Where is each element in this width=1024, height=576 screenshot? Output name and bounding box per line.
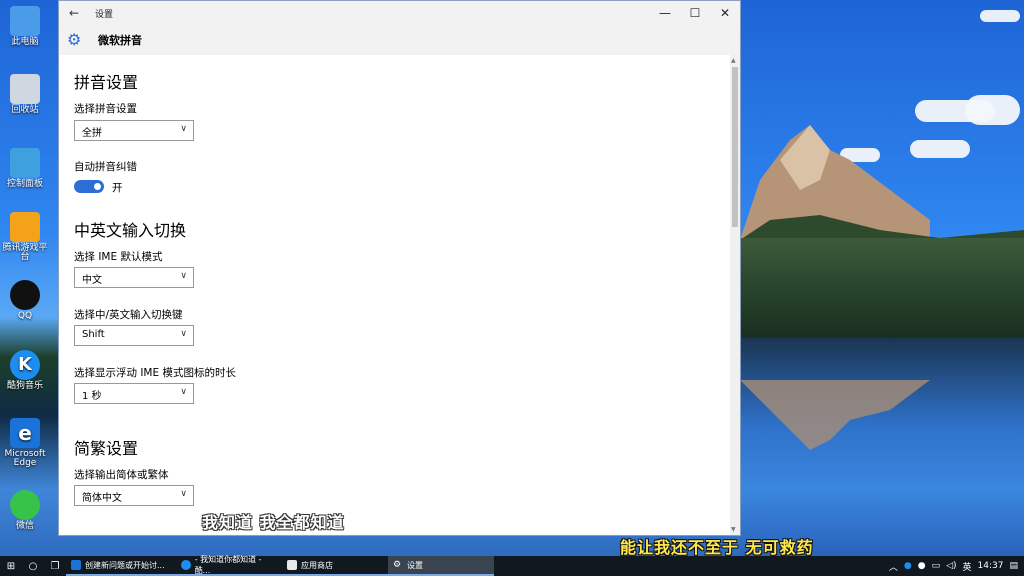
auto-correct-label: 自动拼音纠错 [74, 161, 137, 173]
cortana-icon: ○ [28, 560, 38, 572]
kugou-icon: K [10, 350, 40, 380]
auto-correct-state: 开 [112, 182, 123, 194]
taskbar: ⊞ ○ ❐ 创建新问题或开始讨... - 我知道你都知道 - 酷... 应用商店… [0, 555, 1024, 576]
volume-icon[interactable]: ◁) [946, 561, 956, 571]
section-switch: 中英文输入切换 [74, 221, 187, 240]
desktop-icon-kugou[interactable]: K 酷狗音乐 [2, 350, 48, 391]
kugou-tray-icon[interactable]: ● [904, 561, 912, 571]
output-dropdown[interactable]: 简体中文 ∨ [74, 485, 194, 506]
desktop-icon-qq[interactable]: QQ [2, 280, 48, 321]
settings-window: ← 设置 — ☐ ✕ ⚙ 微软拼音 拼音设置 选择拼音设置 全拼 ∨ 自动拼音纠… [58, 0, 741, 536]
chevron-down-icon: ∨ [180, 271, 187, 281]
ime-mode-dropdown[interactable]: 中文 ∨ [74, 267, 194, 288]
taskbar-item-settings[interactable]: ⚙ 设置 [388, 556, 494, 576]
float-duration-label: 选择显示浮动 IME 模式图标的时长 [74, 367, 236, 379]
output-label: 选择输出简体或繁体 [74, 469, 169, 481]
page-title: 微软拼音 [98, 34, 142, 47]
input-language[interactable]: 英 [963, 560, 972, 573]
switch-key-label: 选择中/英文输入切换键 [74, 309, 183, 321]
pinyin-mode-label: 选择拼音设置 [74, 103, 137, 115]
back-button[interactable]: ← [59, 1, 89, 25]
chevron-down-icon: ∨ [180, 329, 187, 339]
taskbar-item-store[interactable]: 应用商店 [282, 556, 388, 576]
desktop-icon-recycle-bin[interactable]: 回收站 [2, 74, 48, 115]
search-button[interactable]: ○ [22, 556, 44, 576]
switch-key-value: Shift [82, 329, 105, 340]
ime-mode-label: 选择 IME 默认模式 [74, 251, 163, 263]
output-value: 简体中文 [82, 493, 122, 504]
close-button[interactable]: ✕ [710, 1, 740, 25]
float-duration-value: 1 秒 [82, 391, 102, 402]
auto-correct-toggle[interactable] [74, 180, 104, 193]
notification-icon[interactable]: ▤ [1009, 561, 1018, 571]
minimize-button[interactable]: — [650, 1, 680, 25]
desktop-icon-control-panel[interactable]: 控制面板 [2, 148, 48, 189]
qq-icon [10, 280, 40, 310]
section-pinyin: 拼音设置 [74, 73, 139, 92]
desktop-icon-this-pc[interactable]: 此电脑 [2, 6, 48, 47]
window-title: 设置 [95, 9, 114, 20]
computer-icon [10, 6, 40, 36]
scrollbar[interactable]: ▲ ▼ [730, 55, 740, 535]
control-panel-icon [10, 148, 40, 178]
chevron-down-icon: ∨ [180, 387, 187, 397]
desktop-icon-edge[interactable]: e Microsoft Edge [2, 418, 48, 469]
chevron-down-icon: ∨ [180, 489, 187, 499]
store-icon [287, 560, 297, 570]
pinyin-mode-value: 全拼 [82, 128, 102, 139]
recycle-bin-icon [10, 74, 40, 104]
maximize-button[interactable]: ☐ [680, 1, 710, 25]
tencent-games-icon [10, 212, 40, 242]
switch-key-dropdown[interactable]: Shift ∨ [74, 325, 194, 346]
task-view-button[interactable]: ❐ [44, 556, 66, 576]
edge-icon [71, 560, 81, 570]
windows-logo-icon: ⊞ [6, 560, 16, 572]
chevron-down-icon: ∨ [180, 124, 187, 134]
ime-mode-value: 中文 [82, 275, 102, 286]
toggle-knob [94, 183, 101, 190]
taskbar-item-kugou[interactable]: - 我知道你都知道 - 酷... [176, 555, 282, 576]
kugou-icon [181, 560, 191, 570]
taskbar-item-edge[interactable]: 创建新问题或开始讨... [66, 556, 176, 576]
pinyin-mode-dropdown[interactable]: 全拼 ∨ [74, 120, 194, 141]
system-tray: ︿ ● ● ▭ ◁) 英 14:37 ▤ [889, 556, 1024, 576]
clock[interactable]: 14:37 [978, 561, 1004, 571]
gear-icon: ⚙ [67, 30, 82, 49]
subtitle-yellow: 能让我还不至于 无可救药 [620, 538, 814, 557]
section-traditional: 简繁设置 [74, 439, 139, 458]
scroll-up-icon[interactable]: ▲ [731, 57, 736, 64]
gear-icon: ⚙ [393, 560, 402, 570]
scroll-down-icon[interactable]: ▼ [731, 526, 736, 533]
title-bar: ← 设置 — ☐ ✕ [59, 1, 740, 25]
desktop-icon-wechat[interactable]: 微信 [2, 490, 48, 531]
scrollbar-thumb[interactable] [732, 67, 738, 227]
desktop-icon-tencent-games[interactable]: 腾讯游戏平台 [2, 212, 48, 263]
start-button[interactable]: ⊞ [0, 556, 22, 576]
page-header: ⚙ 微软拼音 [59, 25, 740, 55]
chevron-up-icon[interactable]: ︿ [889, 560, 898, 573]
subtitle-white: 我知道 我全都知道 [202, 513, 345, 532]
wechat-icon [10, 490, 40, 520]
edge-icon: e [10, 418, 40, 448]
network-icon[interactable]: ▭ [932, 561, 941, 571]
task-view-icon: ❐ [50, 560, 60, 572]
desktop-wallpaper [740, 0, 1024, 556]
float-duration-dropdown[interactable]: 1 秒 ∨ [74, 383, 194, 404]
qq-tray-icon[interactable]: ● [918, 561, 926, 571]
